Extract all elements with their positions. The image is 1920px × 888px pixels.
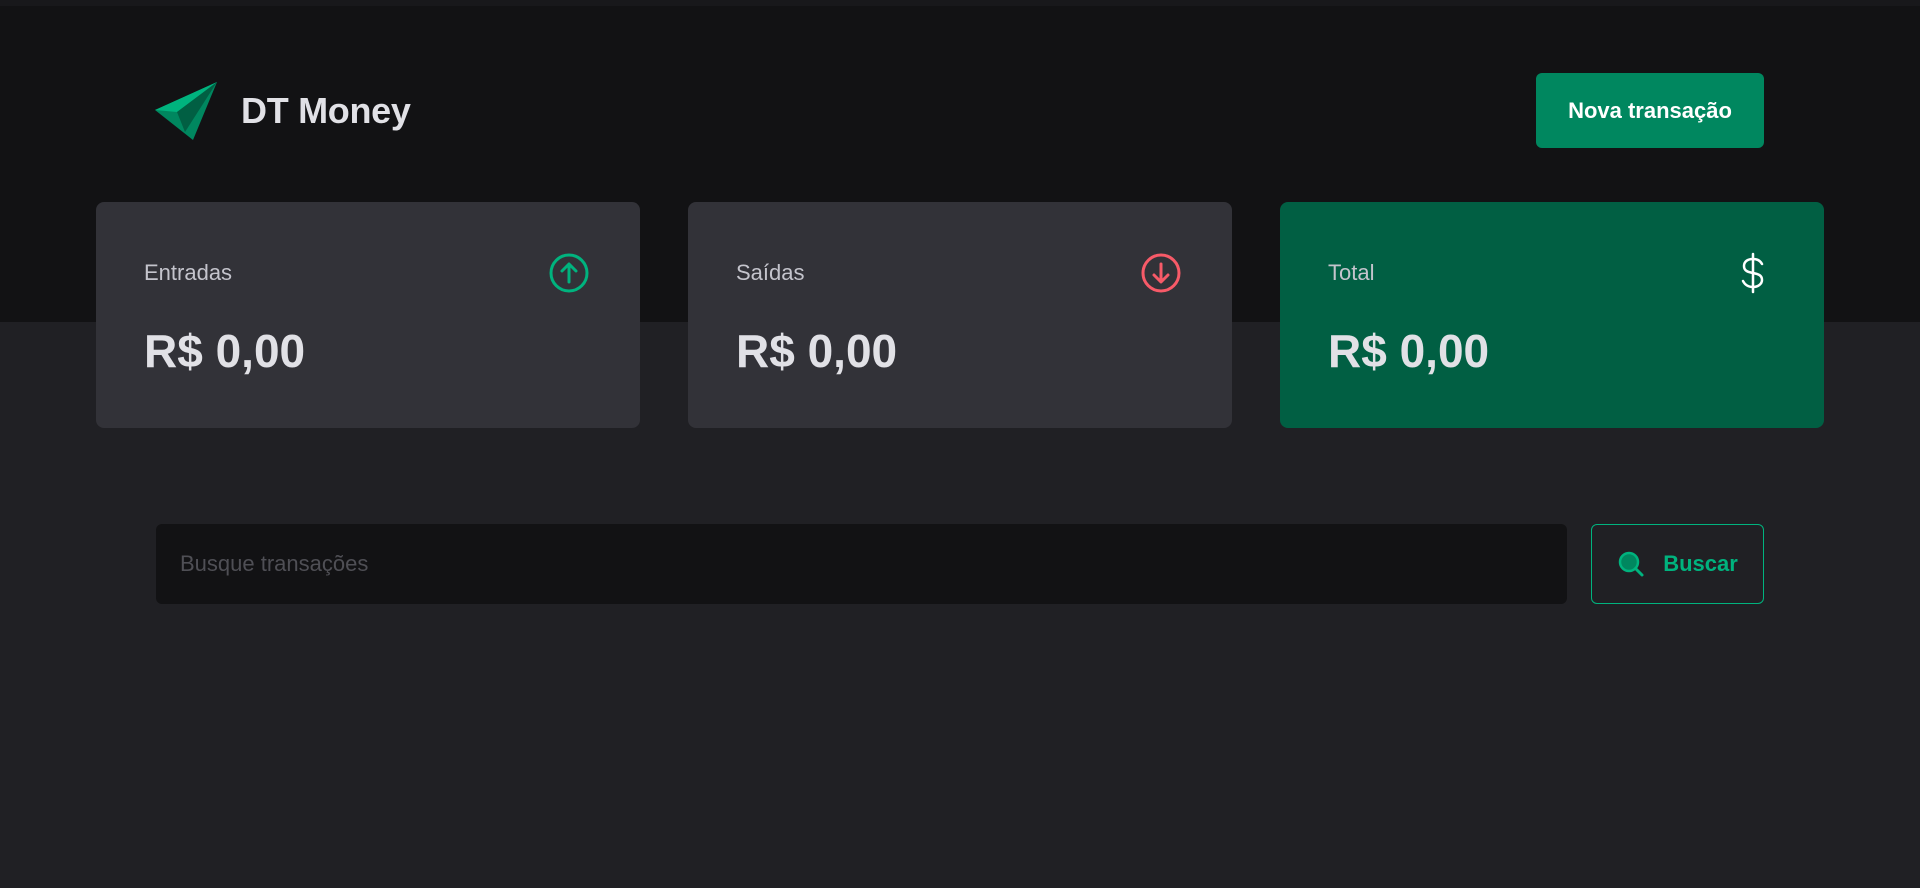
logo: DT Money [155, 82, 411, 140]
income-label: Entradas [144, 260, 233, 285]
currency-dollar-icon [1741, 252, 1764, 294]
logo-icon [155, 82, 217, 140]
total-card: Total R$ 0,00 [1280, 202, 1824, 428]
search-button-label: Buscar [1663, 551, 1738, 576]
arrow-circle-down-icon [1141, 253, 1181, 293]
outcome-card: Saídas R$ 0,00 [688, 202, 1232, 428]
search-input[interactable] [156, 524, 1567, 604]
income-card: Entradas R$ 0,00 [96, 202, 640, 428]
search-button[interactable]: Buscar [1591, 524, 1764, 604]
total-value: R$ 0,00 [1328, 325, 1490, 377]
income-value: R$ 0,00 [144, 325, 306, 377]
arrow-circle-up-icon [549, 253, 589, 293]
new-transaction-button[interactable]: Nova transação [1536, 73, 1764, 148]
outcome-value: R$ 0,00 [736, 325, 898, 377]
magnifying-glass-icon [1618, 551, 1644, 577]
outcome-label: Saídas [736, 260, 805, 285]
app-name: DT Money [241, 90, 411, 131]
total-label: Total [1328, 260, 1375, 285]
